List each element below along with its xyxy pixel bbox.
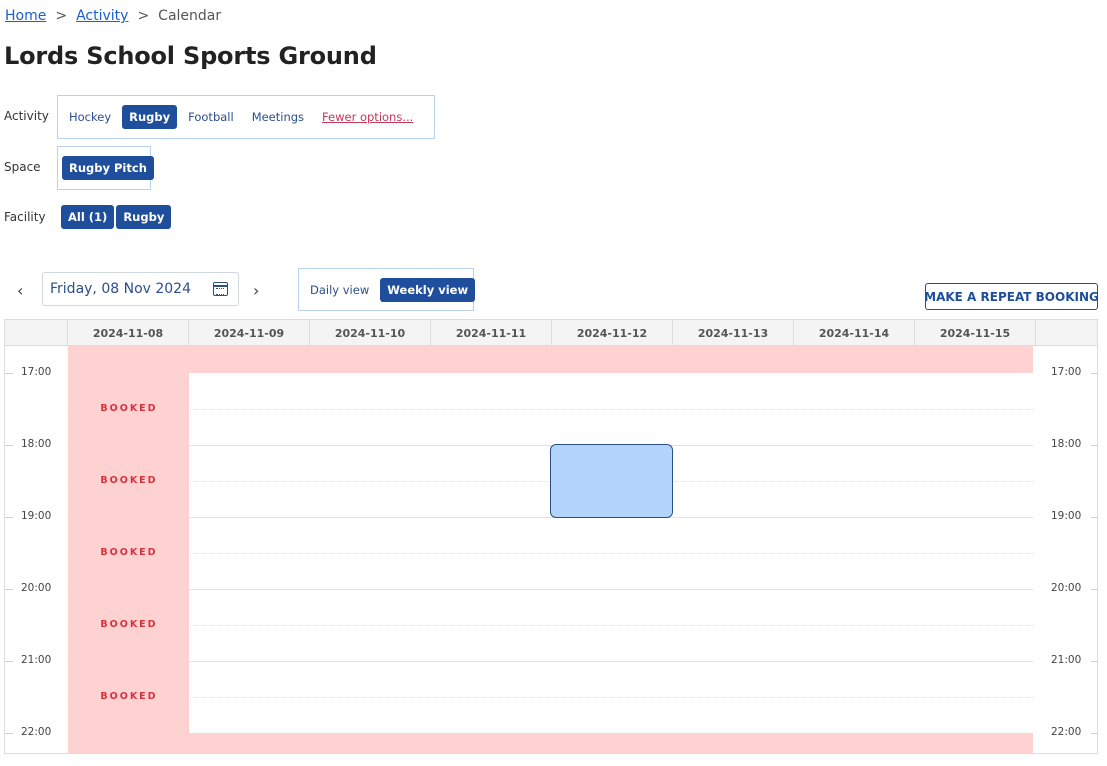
time-tick <box>5 661 13 662</box>
day-header: 2024-11-08 <box>67 320 188 346</box>
day-header: 2024-11-10 <box>309 320 430 346</box>
booked-label: BOOKED <box>100 403 158 414</box>
time-tick <box>1091 733 1097 734</box>
half-hour-line <box>67 625 1033 626</box>
weekly-view-button[interactable]: Weekly view <box>380 277 476 302</box>
breadcrumb-activity-link[interactable]: Activity <box>76 8 128 24</box>
facility-option-rugby[interactable]: Rugby <box>116 205 172 229</box>
time-label-right: 22:00 <box>1051 726 1082 738</box>
day-header: 2024-11-11 <box>430 320 551 346</box>
facility-filter: All (1) Rugby <box>61 205 172 229</box>
space-filter: Rugby Pitch <box>57 146 154 190</box>
hour-line <box>67 589 1033 590</box>
make-repeat-booking-button[interactable]: MAKE A REPEAT BOOKING <box>924 283 1099 310</box>
breadcrumb-home-link[interactable]: Home <box>5 8 46 24</box>
booked-label: BOOKED <box>100 691 158 702</box>
time-label-left: 18:00 <box>21 438 52 450</box>
selected-time-slot[interactable] <box>550 444 673 518</box>
booked-band-bottom <box>68 733 1033 753</box>
time-label-left: 20:00 <box>21 582 52 594</box>
date-picker[interactable]: Friday, 08 Nov 2024 <box>42 272 239 306</box>
time-tick <box>5 589 13 590</box>
time-tick <box>5 373 13 374</box>
time-label-right: 20:00 <box>1051 582 1082 594</box>
day-header: 2024-11-09 <box>188 320 309 346</box>
time-label-left: 22:00 <box>21 726 52 738</box>
time-tick <box>5 733 13 734</box>
time-label-left: 19:00 <box>21 510 52 522</box>
time-label-right: 21:00 <box>1051 654 1082 666</box>
activity-filter: Hockey Rugby Football Meetings Fewer opt… <box>57 95 435 139</box>
activity-option-rugby[interactable]: Rugby <box>122 105 178 129</box>
time-label-right: 19:00 <box>1051 510 1082 522</box>
calendar-icon[interactable] <box>213 282 228 296</box>
half-hour-line <box>67 697 1033 698</box>
booked-label: BOOKED <box>100 547 158 558</box>
weekly-calendar: 2024-11-08 2024-11-09 2024-11-10 2024-11… <box>4 319 1098 754</box>
time-tick <box>1091 373 1097 374</box>
day-header: 2024-11-13 <box>672 320 793 346</box>
page-title: Lords School Sports Ground <box>4 42 377 70</box>
hour-line <box>67 517 1033 518</box>
time-label-left: 17:00 <box>21 366 52 378</box>
activity-option-meetings[interactable]: Meetings <box>245 105 311 129</box>
facility-label: Facility <box>4 210 46 224</box>
time-label-left: 21:00 <box>21 654 52 666</box>
breadcrumb-separator: > <box>55 8 68 24</box>
activity-label: Activity <box>4 109 49 123</box>
activity-option-hockey[interactable]: Hockey <box>62 105 118 129</box>
breadcrumb-separator: > <box>137 8 150 24</box>
calendar-header: 2024-11-08 2024-11-09 2024-11-10 2024-11… <box>5 320 1097 346</box>
time-tick <box>5 517 13 518</box>
facility-option-all[interactable]: All (1) <box>61 205 115 229</box>
time-tick <box>1091 589 1097 590</box>
date-value: Friday, 08 Nov 2024 <box>50 281 191 297</box>
chevron-left-icon[interactable]: ‹ <box>17 281 23 300</box>
fewer-options-link[interactable]: Fewer options... <box>315 105 420 129</box>
booked-band-top <box>68 346 1033 373</box>
time-tick <box>1091 445 1097 446</box>
booked-label: BOOKED <box>100 475 158 486</box>
time-tick <box>1091 517 1097 518</box>
half-hour-line <box>67 553 1033 554</box>
space-label: Space <box>4 160 41 174</box>
time-tick <box>1091 661 1097 662</box>
day-header: 2024-11-15 <box>914 320 1035 346</box>
space-option-rugby-pitch[interactable]: Rugby Pitch <box>62 156 154 180</box>
day-header: 2024-11-14 <box>793 320 914 346</box>
daily-view-button[interactable]: Daily view <box>303 278 376 302</box>
breadcrumb: Home > Activity > Calendar <box>5 8 221 24</box>
breadcrumb-current: Calendar <box>158 8 222 24</box>
half-hour-line <box>67 409 1033 410</box>
day-header: 2024-11-12 <box>551 320 672 346</box>
booked-label: BOOKED <box>100 619 158 630</box>
time-label-right: 17:00 <box>1051 366 1082 378</box>
time-label-right: 18:00 <box>1051 438 1082 450</box>
chevron-right-icon[interactable]: › <box>253 281 259 300</box>
activity-option-football[interactable]: Football <box>181 105 241 129</box>
day-header-spacer <box>1035 320 1097 346</box>
hour-line <box>67 661 1033 662</box>
view-toggle: Daily view Weekly view <box>298 268 476 311</box>
time-tick <box>5 445 13 446</box>
